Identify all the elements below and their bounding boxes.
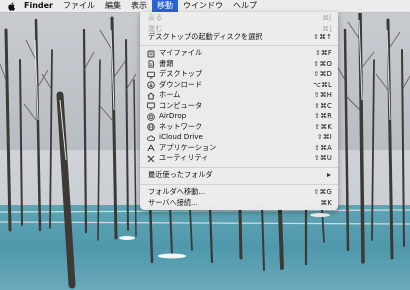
menu-item-downloads[interactable]: ダウンロード ⌥⌘L <box>140 80 338 91</box>
downloads-icon <box>147 81 155 89</box>
menu-item-label: ダウンロード <box>159 79 203 89</box>
apple-menu-button[interactable] <box>0 0 19 12</box>
menu-item-network[interactable]: ネットワーク ⇧⌘K <box>140 122 338 133</box>
menu-item-shortcut: ⇧⌘R <box>314 112 332 120</box>
menubar-help[interactable]: ヘルプ <box>228 0 262 12</box>
menu-item-label: iCloud Drive <box>159 132 203 141</box>
menu-item-go-to-folder[interactable]: フォルダへ移動... ⇧⌘G <box>140 187 338 198</box>
menubar-window[interactable]: ウインドウ <box>178 0 228 12</box>
menubar-finder[interactable]: Finder <box>19 0 58 12</box>
desktop-icon <box>147 71 155 78</box>
menu-item-label: コンピュータ <box>159 100 203 110</box>
menu-item-icloud-drive[interactable]: iCloud Drive ⇧⌘I <box>140 132 338 143</box>
submenu-arrow-icon <box>327 173 331 177</box>
menu-item-shortcut: ⇧⌘G <box>313 188 332 196</box>
menu-item-desktop[interactable]: デスクトップ ⇧⌘D <box>140 69 338 80</box>
menu-item-utilities[interactable]: ユーティリティ ⇧⌘U <box>140 153 338 164</box>
menu-item-label: デスクトップの起動ディスクを選択 <box>148 32 263 41</box>
menu-item-label: サーバへ接続... <box>148 197 198 207</box>
menu-separator <box>140 167 338 168</box>
network-icon <box>147 123 155 131</box>
applications-icon <box>147 144 155 152</box>
menubar-view[interactable]: 表示 <box>126 0 152 12</box>
menu-item-label: マイファイル <box>159 48 203 57</box>
menu-item-shortcut: ⌘K <box>320 198 332 207</box>
my-files-icon <box>147 50 155 57</box>
computer-icon <box>147 102 155 110</box>
menu-item-home[interactable]: ホーム ⇧⌘H <box>140 90 338 101</box>
menu-item-shortcut: ⇧⌘O <box>313 59 332 68</box>
menu-item-shortcut: ⇧⌘I <box>316 133 332 141</box>
menu-item-startup-disk[interactable]: デスクトップの起動ディスクを選択 ⇧⌘↑ <box>140 32 338 43</box>
menu-item-label: ネットワーク <box>159 121 203 131</box>
menu-item-shortcut: ⇧⌘D <box>313 70 332 78</box>
menu-item-label: 戻る <box>148 13 163 22</box>
menubar-go[interactable]: 移動 <box>152 0 178 12</box>
menu-item-shortcut: ⌥⌘L <box>312 80 332 89</box>
menu-item-label: ユーティリティ <box>159 153 209 162</box>
airdrop-icon <box>147 112 155 121</box>
icloud-drive-icon <box>147 135 155 141</box>
menu-item-my-files[interactable]: マイファイル ⇧⌘F <box>140 48 338 59</box>
menu-item-label: デスクトップ <box>159 69 203 78</box>
menu-separator <box>140 45 338 46</box>
menubar-file[interactable]: ファイル <box>58 0 100 12</box>
menu-item-label: ホーム <box>159 90 181 99</box>
menu-item-shortcut: ⇧⌘C <box>314 101 332 110</box>
documents-icon <box>148 60 154 68</box>
menu-item-shortcut: ⌘[ <box>322 14 332 22</box>
menu-item-documents[interactable]: 書類 ⇧⌘O <box>140 59 338 70</box>
menu-item-applications[interactable]: アプリケーション ⇧⌘A <box>140 143 338 154</box>
menu-item-label: 書類 <box>159 58 174 68</box>
menu-item-shortcut: ⇧⌘A <box>314 143 332 152</box>
apple-logo-icon <box>8 1 15 11</box>
menu-item-connect-to-server[interactable]: サーバへ接続... ⌘K <box>140 198 338 209</box>
menu-item-label: アプリケーション <box>159 142 217 152</box>
menu-item-shortcut: ⇧⌘H <box>313 91 332 99</box>
menu-item-shortcut: ⇧⌘K <box>314 122 332 131</box>
go-menu: 戻る ⌘[ 進む ⌘] デスクトップの起動ディスクを選択 ⇧⌘↑ マイファイル … <box>140 12 338 210</box>
home-icon <box>147 91 155 99</box>
menu-separator <box>140 184 338 185</box>
menu-item-shortcut: ⇧⌘U <box>313 154 332 162</box>
utilities-icon <box>147 155 155 162</box>
menu-item-label: 最近使ったフォルダ <box>148 170 213 179</box>
menu-item-computer[interactable]: コンピュータ ⇧⌘C <box>140 101 338 112</box>
menu-item-label: フォルダへ移動... <box>148 187 206 196</box>
menu-item-recent-folders[interactable]: 最近使ったフォルダ <box>140 170 338 181</box>
menu-item-back[interactable]: 戻る ⌘[ <box>140 13 338 24</box>
menu-item-label: AirDrop <box>159 111 187 120</box>
menubar-edit[interactable]: 編集 <box>100 0 126 12</box>
menu-item-shortcut: ⇧⌘F <box>314 49 332 57</box>
menu-item-shortcut: ⇧⌘↑ <box>313 33 332 41</box>
menu-item-airdrop[interactable]: AirDrop ⇧⌘R <box>140 111 338 122</box>
